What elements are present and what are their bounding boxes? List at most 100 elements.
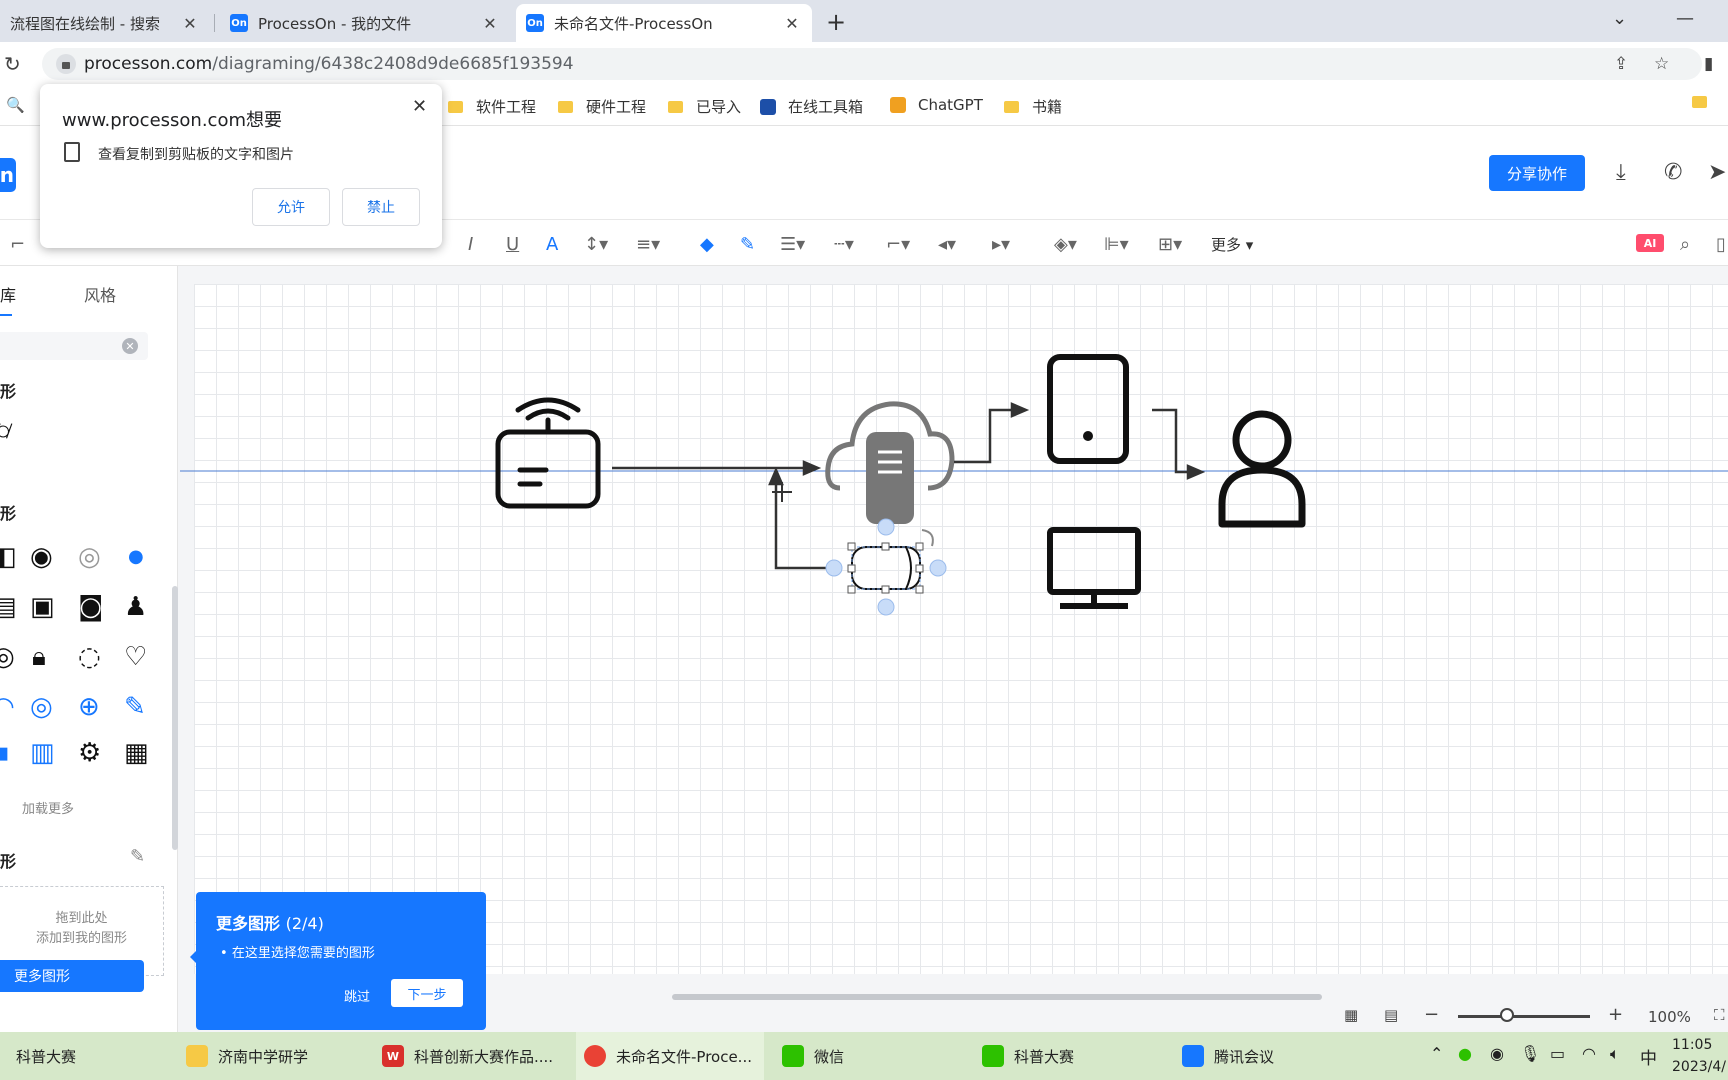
close-icon[interactable]: ✕ — [782, 14, 802, 33]
volume-icon[interactable]: 🔈︎ — [1610, 1044, 1620, 1064]
side-panel-icon[interactable]: ▮ — [1704, 54, 1713, 74]
send-icon[interactable]: ➤ — [1708, 160, 1726, 185]
zoom-slider-knob[interactable] — [1500, 1008, 1514, 1022]
format-painter-icon[interactable]: ⌐ — [10, 234, 25, 255]
line-style-icon[interactable]: ┄▾ — [834, 234, 854, 255]
form-icon[interactable]: ▥ — [30, 738, 55, 768]
diagram-paper[interactable] — [194, 284, 1728, 974]
minimize-icon[interactable]: — — [1676, 8, 1694, 29]
map-icon[interactable]: ▤ — [1384, 1006, 1398, 1024]
lock-icon[interactable]: 🔒︎ — [32, 642, 46, 673]
download-icon[interactable]: ⤓ — [1616, 160, 1626, 185]
zoom-level[interactable]: 100% — [1648, 1008, 1691, 1026]
user-circle-blue-icon[interactable]: ◎ — [30, 692, 53, 722]
user-search-icon[interactable]: ◎ — [0, 642, 15, 672]
layer-icon[interactable]: ◈▾ — [1054, 234, 1077, 255]
fill-color-icon[interactable]: ◆ — [700, 234, 714, 255]
tour-next-button[interactable]: 下一步 — [391, 979, 463, 1007]
tab-search-dropdown-icon[interactable]: ⌄ — [1612, 8, 1627, 29]
system-clock[interactable]: 11:05 2023/4/ — [1672, 1034, 1726, 1078]
bookmark-folder-software[interactable]: 软件工程 — [448, 96, 536, 117]
taskbar-item[interactable]: 科普大赛 — [0, 1032, 180, 1080]
allow-button[interactable]: 允许 — [252, 188, 330, 226]
fullscreen-icon[interactable]: ⛶ — [1714, 1006, 1725, 1024]
microphone-icon[interactable]: 🎙︎ — [1520, 1044, 1540, 1063]
user-heart-icon[interactable]: ♡ — [124, 642, 147, 672]
close-icon[interactable]: ✕ — [180, 14, 200, 33]
new-tab-icon[interactable]: + — [826, 8, 846, 36]
user-avatar-icon[interactable]: ● — [128, 546, 144, 567]
canvas-horizontal-scrollbar[interactable] — [672, 994, 1322, 1000]
align-icon[interactable]: ≡▾ — [636, 234, 660, 255]
user-round-icon[interactable]: ◌ — [78, 642, 101, 672]
battery-icon[interactable]: ▭ — [1550, 1044, 1565, 1063]
more-shapes-button[interactable]: 更多图形 — [0, 960, 144, 992]
taskbar-item[interactable]: 济南中学研学 — [186, 1032, 372, 1080]
user-add-icon[interactable]: ⊕ — [78, 692, 100, 722]
cylinder-shape-icon[interactable]: ⌭ — [0, 416, 13, 447]
underline-icon[interactable]: U — [506, 234, 519, 255]
bookmark-folder-imported[interactable]: 已导入 — [668, 96, 741, 117]
share-collaborate-button[interactable]: 分享协作 — [1489, 155, 1585, 191]
zoom-out-icon[interactable]: − — [1424, 1004, 1439, 1025]
user-badge-icon[interactable]: ◙ — [78, 592, 103, 622]
document-user-icon[interactable]: ▦ — [124, 738, 149, 768]
phone-icon[interactable]: ✆ — [1664, 160, 1682, 185]
wechat-tray-icon[interactable]: ● — [1458, 1044, 1472, 1063]
load-more-link[interactable]: 加载更多 — [22, 798, 74, 817]
bookmark-search-icon[interactable]: 🔍 — [6, 96, 25, 114]
user-outline-icon[interactable]: ◠ — [0, 692, 15, 722]
tour-skip-button[interactable]: 跳过 — [344, 986, 370, 1005]
taskbar-item-chrome[interactable]: 未命名文件-Proce... — [576, 1032, 764, 1080]
edit-icon[interactable]: ✎ — [130, 846, 145, 867]
close-icon[interactable]: ✕ — [480, 14, 500, 33]
reload-icon[interactable]: ↻ — [4, 52, 21, 76]
bookmark-chatgpt[interactable]: ChatGPT — [890, 96, 983, 114]
taskbar-item[interactable]: 腾讯会议 — [1182, 1032, 1362, 1080]
bookmark-folder-books[interactable]: 书籍 — [1004, 96, 1062, 117]
contact-card-icon[interactable]: ▣ — [30, 592, 55, 622]
qq-tray-icon[interactable]: ◉ — [1490, 1044, 1504, 1063]
share-page-icon[interactable]: ⇪ — [1614, 54, 1628, 74]
lock-icon[interactable] — [56, 54, 76, 74]
taskbar-item[interactable]: 微信 — [782, 1032, 962, 1080]
distribute-icon[interactable]: ⊫▾ — [1104, 234, 1129, 255]
group-icon[interactable]: ⊞▾ — [1158, 234, 1182, 255]
tab-search[interactable]: 流程图在线绘制 - 搜索 ✕ — [0, 4, 210, 42]
find-replace-icon[interactable]: ⌕ — [1680, 234, 1690, 255]
bookmark-star-icon[interactable]: ☆ — [1654, 54, 1669, 74]
tab-my-files[interactable]: On ProcessOn - 我的文件 ✕ — [220, 4, 510, 42]
close-icon[interactable]: ✕ — [412, 96, 427, 117]
connector-icon[interactable]: ⌐▾ — [886, 234, 910, 255]
italic-icon[interactable]: I — [468, 234, 473, 255]
line-width-icon[interactable]: ☰▾ — [780, 234, 805, 255]
list-icon[interactable]: ▪ — [0, 738, 10, 768]
ai-button[interactable]: AI — [1636, 234, 1664, 252]
tab-untitled-file[interactable]: On 未命名文件-ProcessOn ✕ — [516, 4, 812, 42]
user-settings-icon[interactable]: ⚙ — [78, 738, 101, 768]
page-layout-icon[interactable]: ▦ — [1344, 1006, 1358, 1024]
user-circle-outline-icon[interactable]: ◎ — [78, 542, 101, 572]
tab-style[interactable]: 风格 — [84, 282, 116, 306]
panel-toggle-icon[interactable]: ▯ — [1716, 234, 1726, 255]
taskbar-item[interactable]: 科普大赛 — [982, 1032, 1162, 1080]
line-color-icon[interactable]: ✎ — [740, 234, 755, 255]
url-text[interactable]: processon.com/diagraming/6438c2408d9de66… — [84, 54, 574, 74]
zoom-slider-track[interactable] — [1458, 1015, 1590, 1018]
taskbar-item[interactable]: W 科普创新大赛作品.... — [382, 1032, 570, 1080]
more-menu[interactable]: 更多 ▾ — [1211, 234, 1253, 255]
zoom-in-icon[interactable]: + — [1608, 1004, 1623, 1025]
user-edit-icon[interactable]: ♟ — [124, 592, 147, 622]
user-shape-icon[interactable]: ◧ — [0, 542, 17, 572]
wifi-icon[interactable]: ◠ — [1582, 1044, 1596, 1063]
font-color-icon[interactable]: A — [546, 234, 558, 255]
bookmark-toolbox[interactable]: 在线工具箱 — [760, 96, 863, 117]
ime-indicator[interactable]: 中 — [1640, 1044, 1657, 1069]
tray-chevron-icon[interactable]: ⌃ — [1430, 1044, 1443, 1063]
processon-logo[interactable]: On — [0, 158, 16, 192]
user-pen-icon[interactable]: ✎ — [124, 692, 146, 722]
arrow-end-icon[interactable]: ▸▾ — [992, 234, 1010, 255]
clear-search-icon[interactable]: ✕ — [122, 338, 138, 354]
id-card-icon[interactable]: ▤ — [0, 592, 17, 622]
bookmark-folder-hardware[interactable]: 硬件工程 — [558, 96, 646, 117]
